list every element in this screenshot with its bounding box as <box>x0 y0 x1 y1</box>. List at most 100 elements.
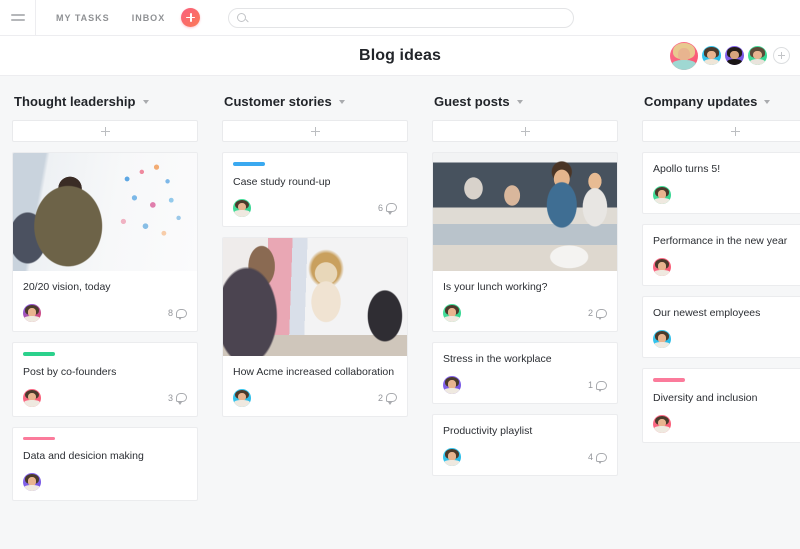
comment-count[interactable]: 1 <box>587 380 607 392</box>
avatar[interactable] <box>443 448 461 466</box>
avatar-skin <box>707 50 716 60</box>
column-title: Customer stories <box>224 94 332 109</box>
add-card-button[interactable] <box>12 120 198 142</box>
avatar[interactable] <box>725 46 744 65</box>
nav-inbox[interactable]: INBOX <box>132 13 166 23</box>
card-title: Productivity playlist <box>443 425 533 437</box>
board-card[interactable]: Our newest employees <box>642 296 800 358</box>
card-body: Case study round-up 6 <box>223 153 407 226</box>
comment-count[interactable]: 2 <box>588 308 607 320</box>
avatar-body <box>24 400 40 407</box>
avatar-face <box>23 304 41 322</box>
avatar-body <box>234 210 250 217</box>
avatar-face <box>443 376 461 394</box>
hamburger-line <box>10 19 25 21</box>
avatar-face <box>233 389 251 407</box>
card-footer <box>653 414 800 434</box>
card-title: Data and desicion making <box>23 450 144 462</box>
column-title: Thought leadership <box>14 94 136 109</box>
avatar-face <box>653 330 671 348</box>
column-header: Guest posts <box>432 94 618 109</box>
avatar-face <box>670 42 698 70</box>
comment-bubble-icon <box>596 452 607 464</box>
card-image <box>223 237 407 356</box>
avatar[interactable] <box>23 473 41 491</box>
avatar-body <box>749 58 766 65</box>
card-footer <box>653 329 800 349</box>
avatar[interactable] <box>233 388 251 407</box>
card-title: Our newest employees <box>653 307 761 319</box>
board-card[interactable]: Performance in the new year <box>642 224 800 286</box>
board-card[interactable]: Productivity playlist 4 <box>432 414 618 476</box>
add-member-button[interactable] <box>773 47 790 64</box>
chevron-down-icon[interactable] <box>338 99 345 104</box>
board-column: Guest posts Is your lunch working? 2 Stress… <box>420 94 630 548</box>
avatar[interactable] <box>670 41 698 70</box>
avatar[interactable] <box>653 258 671 276</box>
comment-count[interactable]: 2 <box>378 393 397 405</box>
comment-bubble-icon <box>386 393 397 405</box>
chevron-down-icon[interactable] <box>516 99 523 104</box>
avatar-body <box>726 58 743 65</box>
add-card-button[interactable] <box>642 120 800 142</box>
avatar[interactable] <box>653 414 671 433</box>
avatar-face <box>653 258 671 276</box>
card-footer <box>653 185 800 205</box>
avatar[interactable] <box>443 376 461 394</box>
hamburger-menu-icon[interactable] <box>0 0 36 36</box>
column-header: Company updates <box>642 94 800 109</box>
card-footer <box>653 257 800 277</box>
board-card[interactable]: Stress in the workplace 1 <box>432 342 618 404</box>
card-title: Apollo turns 5! <box>653 163 721 175</box>
board-card[interactable]: Is your lunch working? 2 <box>432 152 618 332</box>
add-card-button[interactable] <box>432 120 618 142</box>
avatar[interactable] <box>653 330 671 348</box>
board-card[interactable]: Apollo turns 5! <box>642 152 800 214</box>
avatar-skin <box>730 50 739 60</box>
board-card[interactable]: Post by co-founders 3 <box>12 342 198 417</box>
member-avatar-list <box>670 41 790 70</box>
comment-count[interactable]: 6 <box>377 202 397 215</box>
avatar-body <box>444 315 460 322</box>
comment-bubble-icon <box>176 393 187 405</box>
add-card-button[interactable] <box>222 120 408 142</box>
column-header: Customer stories <box>222 94 408 109</box>
card-footer: 4 <box>443 447 607 467</box>
card-footer: 6 <box>233 198 397 218</box>
comment-count[interactable]: 4 <box>588 452 607 464</box>
card-body: Performance in the new year <box>643 225 800 285</box>
avatar[interactable] <box>443 304 461 322</box>
card-tag <box>653 378 685 382</box>
board-card[interactable]: Case study round-up 6 <box>222 152 408 227</box>
card-title: Post by co-founders <box>23 365 117 378</box>
board-card[interactable]: Data and desicion making <box>12 426 198 501</box>
card-footer: 1 <box>443 375 607 395</box>
avatar[interactable] <box>748 46 767 65</box>
comment-count[interactable]: 8 <box>168 308 187 320</box>
avatar[interactable] <box>23 304 41 322</box>
nav-my-tasks[interactable]: MY TASKS <box>56 13 110 23</box>
card-title: How Acme increased collaboration <box>233 365 395 378</box>
board-card[interactable]: How Acme increased collaboration 2 <box>222 236 408 417</box>
card-tag <box>23 352 55 356</box>
comment-count[interactable]: 3 <box>168 393 187 405</box>
card-body: Productivity playlist 4 <box>433 415 617 475</box>
avatar[interactable] <box>702 46 721 65</box>
search-input[interactable] <box>252 12 566 23</box>
comment-count-value: 6 <box>377 202 383 213</box>
card-footer: 8 <box>23 303 187 323</box>
avatar[interactable] <box>233 198 251 217</box>
comment-count-value: 1 <box>587 380 593 390</box>
card-tag <box>23 436 55 440</box>
board-card[interactable]: 20/20 vision, today 8 <box>12 152 198 332</box>
chevron-down-icon[interactable] <box>764 99 771 104</box>
board-card[interactable]: Diversity and inclusion <box>642 368 800 443</box>
avatar-body <box>24 315 40 322</box>
avatar-face <box>443 448 461 466</box>
search-bar[interactable] <box>228 7 575 28</box>
avatar[interactable] <box>23 388 41 407</box>
board-column: Company updates Apollo turns 5! Performanc… <box>630 94 800 548</box>
quick-add-button[interactable] <box>181 8 201 27</box>
avatar[interactable] <box>653 186 671 204</box>
chevron-down-icon[interactable] <box>142 99 149 104</box>
